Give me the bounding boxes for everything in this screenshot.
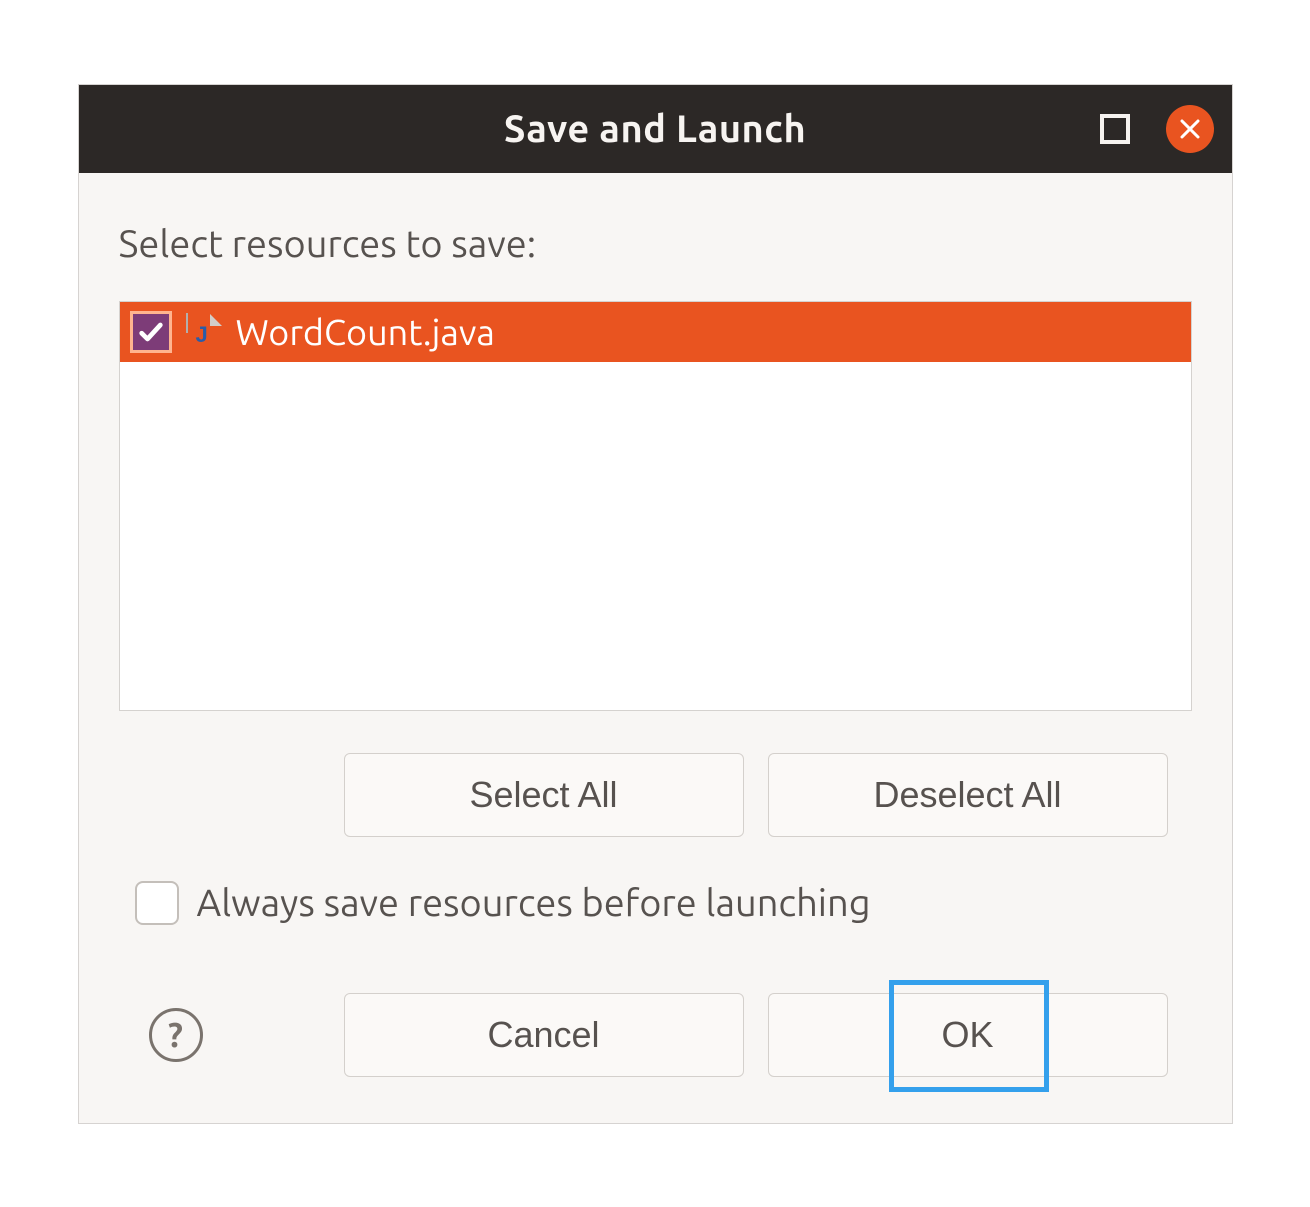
resource-name: WordCount.java bbox=[236, 311, 495, 352]
dialog-content: Select resources to save: J WordCount.ja… bbox=[79, 173, 1232, 1123]
prompt-label: Select resources to save: bbox=[119, 223, 1192, 265]
always-save-checkbox[interactable] bbox=[135, 881, 179, 925]
cancel-button[interactable]: Cancel bbox=[344, 993, 744, 1077]
resource-list[interactable]: J WordCount.java bbox=[119, 301, 1192, 711]
always-save-row: Always save resources before launching bbox=[119, 881, 1192, 925]
java-file-icon: J bbox=[186, 314, 222, 350]
save-and-launch-dialog: Save and Launch Select resources to save… bbox=[78, 84, 1233, 1124]
checkmark-icon bbox=[137, 318, 165, 346]
ok-label: OK bbox=[941, 1014, 993, 1055]
always-save-label: Always save resources before launching bbox=[197, 882, 871, 924]
deselect-all-button[interactable]: Deselect All bbox=[768, 753, 1168, 837]
titlebar: Save and Launch bbox=[79, 85, 1232, 173]
select-all-button[interactable]: Select All bbox=[344, 753, 744, 837]
help-icon[interactable]: ? bbox=[149, 1008, 203, 1062]
resource-checkbox[interactable] bbox=[130, 311, 172, 353]
ok-button[interactable]: OK bbox=[768, 993, 1168, 1077]
selection-button-row: Select All Deselect All bbox=[119, 753, 1192, 837]
dialog-title: Save and Launch bbox=[79, 108, 1232, 150]
list-item[interactable]: J WordCount.java bbox=[120, 302, 1191, 362]
window-controls bbox=[1100, 85, 1214, 173]
close-button[interactable] bbox=[1166, 105, 1214, 153]
close-icon bbox=[1178, 117, 1202, 141]
dialog-footer: ? Cancel OK bbox=[119, 993, 1192, 1083]
maximize-icon[interactable] bbox=[1100, 114, 1130, 144]
